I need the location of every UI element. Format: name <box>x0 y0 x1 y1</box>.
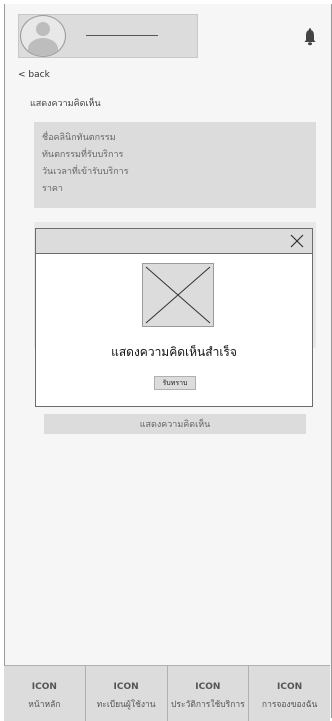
service-datetime-label: วันเวลาที่เข้ารับบริการ <box>42 167 129 177</box>
nav-home[interactable]: ICON หน้าหลัก <box>4 666 86 721</box>
price-label: ราคา <box>42 184 63 194</box>
username-placeholder <box>86 35 158 36</box>
history-icon: ICON <box>195 682 221 692</box>
nav-history[interactable]: ICON ประวัติการใช้บริการ <box>168 666 250 721</box>
bottom-nav: ICON หน้าหลัก ICON ทะเบียนผู้ใช้งาน ICON… <box>4 665 330 721</box>
registration-icon: ICON <box>113 682 139 692</box>
nav-label: หน้าหลัก <box>28 700 61 710</box>
treatment-label: ทันตกรรมที่รับบริการ <box>42 150 124 160</box>
nav-label: ทะเบียนผู้ใช้งาน <box>96 700 156 710</box>
back-link[interactable]: < back <box>18 70 50 80</box>
avatar-icon[interactable] <box>20 15 66 57</box>
image-placeholder-icon <box>142 263 214 327</box>
acknowledge-button[interactable]: รับทราบ <box>154 376 196 390</box>
nav-registration[interactable]: ICON ทะเบียนผู้ใช้งาน <box>86 666 168 721</box>
nav-my-bookings[interactable]: ICON การจองของฉัน <box>249 666 330 721</box>
dialog-header <box>36 229 312 254</box>
nav-label: ประวัติการใช้บริการ <box>171 700 245 710</box>
clinic-name-label: ชื่อคลินิกทันตกรรม <box>42 133 116 143</box>
bell-icon[interactable] <box>303 28 317 46</box>
success-dialog: แสดงความคิดเห็นสำเร็จ รับทราบ <box>35 228 313 407</box>
submit-comment-button[interactable]: แสดงความคิดเห็น <box>44 414 306 434</box>
bookings-icon: ICON <box>277 682 303 692</box>
home-icon: ICON <box>31 682 57 692</box>
dialog-message: แสดงความคิดเห็นสำเร็จ <box>111 345 237 359</box>
booking-info-card: ชื่อคลินิกทันตกรรม ทันตกรรมที่รับบริการ … <box>34 122 316 208</box>
nav-label: การจองของฉัน <box>261 700 318 710</box>
close-icon[interactable] <box>290 234 304 248</box>
page-title: แสดงความคิดเห็น <box>30 99 101 109</box>
